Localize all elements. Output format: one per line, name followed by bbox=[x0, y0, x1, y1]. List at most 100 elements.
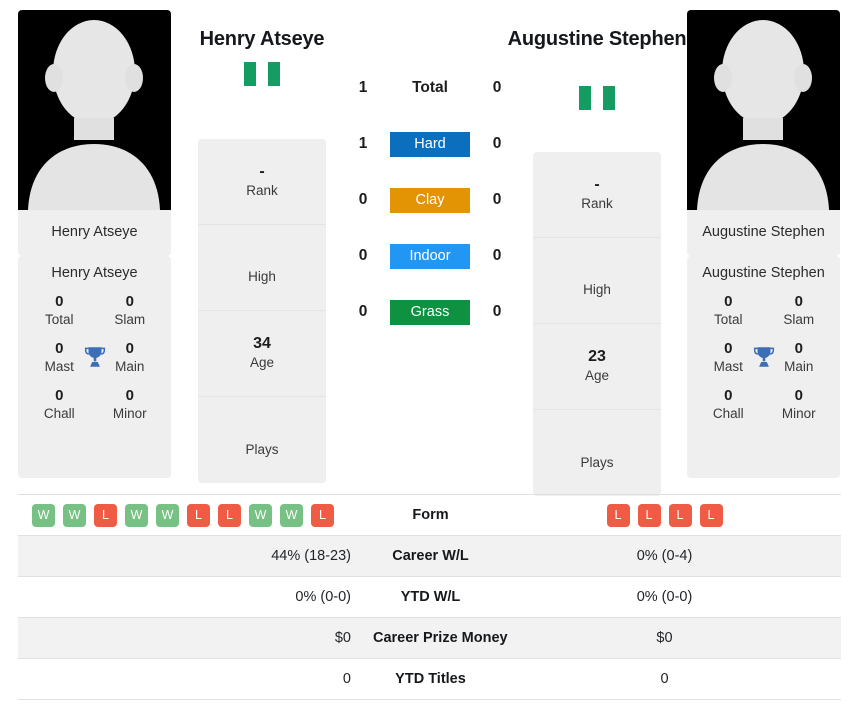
titles-chall-label-left: Chall bbox=[43, 406, 75, 422]
titles-chall-left: 0 Chall bbox=[24, 386, 95, 423]
person-silhouette-icon bbox=[697, 20, 829, 210]
table-row-ytd-wl: 0% (0-0) YTD W/L 0% (0-0) bbox=[18, 577, 841, 618]
trophy-icon bbox=[84, 347, 105, 367]
info-cell-age-right: 23 Age bbox=[533, 324, 661, 410]
high-label-left: High bbox=[248, 269, 276, 284]
titles-slam-label-right: Slam bbox=[783, 312, 815, 328]
table-label-career-prize-money: Career Prize Money bbox=[373, 630, 508, 646]
form-badge-l[interactable]: L bbox=[218, 503, 241, 527]
form-badge-w[interactable]: W bbox=[156, 503, 179, 527]
h2h-right-score-hard: 0 bbox=[492, 135, 502, 152]
info-cell-high-right: High bbox=[533, 238, 661, 324]
h2h-row-clay: 0 Clay 0 bbox=[345, 172, 515, 228]
titles-chall-right: 0 Chall bbox=[693, 386, 764, 423]
surface-pill-indoor[interactable]: Indoor bbox=[390, 243, 470, 269]
surface-pill-clay[interactable]: Clay bbox=[390, 187, 470, 213]
form-badge-w[interactable]: W bbox=[249, 503, 272, 527]
rank-label-right: Rank bbox=[581, 196, 613, 211]
form-badges-left: WWLWWLLWWL bbox=[18, 503, 373, 527]
titles-chall-label-right: Chall bbox=[712, 406, 744, 422]
person-silhouette-icon bbox=[28, 20, 160, 210]
form-badge-l[interactable]: L bbox=[94, 503, 117, 527]
rank-value-right: - bbox=[594, 176, 600, 193]
table-label-ytd-titles: YTD Titles bbox=[395, 671, 466, 687]
nigeria-flag-icon-left bbox=[244, 62, 280, 86]
player-photo-card-right[interactable]: Augustine Stephen bbox=[687, 10, 840, 256]
h2h-row-grass: 0 Grass 0 bbox=[345, 284, 515, 340]
titles-card-name-left: Henry Atseye bbox=[51, 265, 138, 281]
titles-total-label-left: Total bbox=[44, 312, 74, 328]
titles-slam-right: 0 Slam bbox=[764, 292, 835, 329]
h2h-right-score-indoor: 0 bbox=[492, 247, 502, 264]
titles-minor-value-left: 0 bbox=[125, 387, 134, 405]
titles-slam-value-right: 0 bbox=[794, 293, 803, 311]
player-info-card-left: - Rank High 34 Age Plays bbox=[198, 139, 326, 483]
info-cell-plays-left: Plays bbox=[198, 397, 326, 483]
info-cell-age-left: 34 Age bbox=[198, 311, 326, 397]
h2h-left-score-hard: 1 bbox=[358, 135, 368, 152]
ytd-titles-left: 0 bbox=[342, 671, 351, 687]
ytd-titles-right: 0 bbox=[660, 671, 669, 687]
form-badge-l[interactable]: L bbox=[187, 503, 210, 527]
form-badge-w[interactable]: W bbox=[32, 503, 55, 527]
titles-minor-right: 0 Minor bbox=[764, 386, 835, 423]
h2h-left-score-total: 1 bbox=[358, 79, 368, 96]
career-prize-money-left: $0 bbox=[334, 630, 351, 646]
nigeria-flag-icon-right bbox=[579, 86, 615, 110]
h2h-label-total: Total bbox=[412, 79, 448, 96]
surface-pill-hard[interactable]: Hard bbox=[390, 131, 470, 157]
table-label-ytd-wl: YTD W/L bbox=[400, 589, 461, 605]
form-badge-l[interactable]: L bbox=[311, 503, 334, 527]
h2h-row-indoor: 0 Indoor 0 bbox=[345, 228, 515, 284]
player-comparison-page: Henry Atseye Augustine Stephen Henry Ats… bbox=[0, 0, 859, 705]
surface-pill-grass[interactable]: Grass bbox=[390, 299, 470, 325]
form-badge-l[interactable]: L bbox=[606, 503, 630, 527]
titles-total-right: 0 Total bbox=[693, 292, 764, 329]
info-cell-rank-right: - Rank bbox=[533, 152, 661, 238]
comparison-table: WWLWWLLWWL Form LLLL 44% (18-23) Career … bbox=[18, 494, 841, 700]
form-badge-w[interactable]: W bbox=[280, 503, 303, 527]
high-label-right: High bbox=[583, 282, 611, 297]
age-value-right: 23 bbox=[588, 348, 606, 365]
h2h-right-score-total: 0 bbox=[492, 79, 502, 96]
titles-slam-value-left: 0 bbox=[125, 293, 134, 311]
titles-minor-label-right: Minor bbox=[781, 406, 816, 422]
table-label-career-wl: Career W/L bbox=[392, 548, 469, 564]
titles-total-left: 0 Total bbox=[24, 292, 95, 329]
h2h-row-total: 1 Total 0 bbox=[345, 60, 515, 116]
titles-minor-value-right: 0 bbox=[794, 387, 803, 405]
player-name-left[interactable]: Henry Atseye bbox=[157, 27, 367, 51]
player-photo-card-left[interactable]: Henry Atseye bbox=[18, 10, 171, 256]
player-info-card-right: - Rank High 23 Age Plays bbox=[533, 152, 661, 496]
form-badge-l[interactable]: L bbox=[637, 503, 661, 527]
h2h-right-score-grass: 0 bbox=[492, 303, 502, 320]
player-titles-card-right: Augustine Stephen 0 Total 0 Slam 0 Mast … bbox=[687, 256, 840, 478]
form-badge-l[interactable]: L bbox=[699, 503, 723, 527]
rank-label-left: Rank bbox=[246, 183, 278, 198]
titles-total-label-right: Total bbox=[713, 312, 743, 328]
h2h-row-hard: 1 Hard 0 bbox=[345, 116, 515, 172]
age-label-right: Age bbox=[584, 368, 610, 383]
player-photo-caption-right: Augustine Stephen bbox=[702, 224, 825, 241]
career-wl-right: 0% (0-4) bbox=[636, 548, 693, 564]
h2h-left-score-indoor: 0 bbox=[358, 247, 368, 264]
info-cell-rank-left: - Rank bbox=[198, 139, 326, 225]
trophy-icon bbox=[753, 347, 774, 367]
titles-slam-label-left: Slam bbox=[114, 312, 146, 328]
titles-total-value-left: 0 bbox=[55, 293, 64, 311]
player-titles-card-left: Henry Atseye 0 Total 0 Slam 0 Mast 0 Mai… bbox=[18, 256, 171, 478]
form-badge-l[interactable]: L bbox=[668, 503, 692, 527]
form-badges-right: LLLL bbox=[488, 503, 841, 527]
info-cell-plays-right: Plays bbox=[533, 410, 661, 496]
form-badge-w[interactable]: W bbox=[63, 503, 86, 527]
titles-minor-label-left: Minor bbox=[112, 406, 147, 422]
form-badge-w[interactable]: W bbox=[125, 503, 148, 527]
comparison-header: Henry Atseye Augustine Stephen Henry Ats… bbox=[0, 0, 859, 496]
titles-slam-left: 0 Slam bbox=[95, 292, 166, 329]
plays-label-left: Plays bbox=[245, 441, 279, 457]
h2h-right-score-clay: 0 bbox=[492, 191, 502, 208]
h2h-left-score-grass: 0 bbox=[358, 303, 368, 320]
player-avatar-right bbox=[687, 10, 840, 210]
plays-label-right: Plays bbox=[580, 454, 614, 470]
player-name-right[interactable]: Augustine Stephen bbox=[492, 27, 702, 51]
